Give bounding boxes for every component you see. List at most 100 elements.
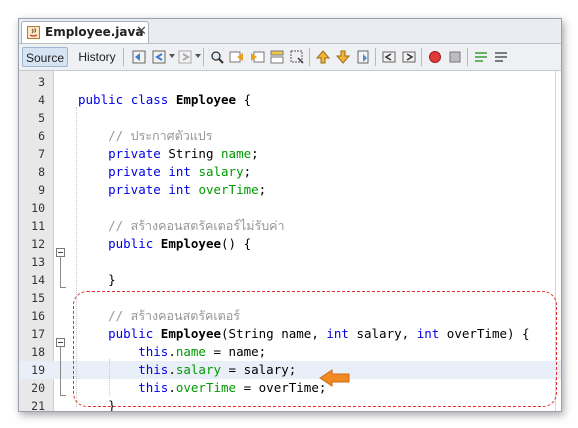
close-tab-icon[interactable]: ✕ [136,24,147,40]
fold-guide [60,256,61,287]
code-line[interactable]: 9 private int overTime; [19,181,561,199]
code-text: } [78,397,116,412]
code-token: String [160,146,222,161]
java-file-icon [27,26,40,39]
code-token: salary [198,164,244,179]
find-icon[interactable] [209,49,225,65]
uncomment-icon[interactable] [493,49,509,65]
code-token: overTime [198,182,259,197]
code-token: Employee [175,92,237,107]
toolbar-separator [375,48,376,66]
toggle-selection-icon[interactable] [289,49,305,65]
tab-title: Employee.java [45,25,144,39]
code-token: } [78,272,116,287]
code-token: this [138,344,169,359]
code-comment: // ประกาศตัวแปร [108,128,213,143]
code-token: . [168,380,176,395]
source-tab-button[interactable]: Source [22,47,68,67]
code-line[interactable]: 13 [19,253,561,271]
code-token: } [78,398,116,412]
toolbar-separator [467,48,468,66]
shift-right-icon[interactable] [401,49,417,65]
next-bookmark-icon[interactable] [335,49,351,65]
code-line[interactable]: 21 } [19,397,561,412]
code-line[interactable]: 8 private int salary; [19,163,561,181]
code-line[interactable]: 3 [19,73,561,91]
line-number: 6 [38,129,45,143]
code-text: public class Employee { [78,91,251,109]
toolbar-separator [123,48,124,66]
code-token: name [221,146,252,161]
find-next-icon[interactable] [249,49,265,65]
history-tab-button[interactable]: History [75,47,119,67]
code-token: private [108,164,161,179]
back-icon[interactable] [151,49,167,65]
code-line[interactable]: 4 public class Employee { [19,91,561,109]
code-line[interactable]: 18 this.name = name; [19,343,561,361]
last-edit-icon[interactable] [131,49,147,65]
line-number: 12 [31,237,45,251]
line-number: 11 [31,219,45,233]
code-editor[interactable]: 3 4 public class Employee {5 6 // ประกาศตัว… [19,71,561,411]
code-token: . [168,344,176,359]
code-line[interactable]: 16 // สร้างคอนสตรัคเตอร์ [19,307,561,325]
code-line[interactable]: 20 this.overTime = overTime; [19,379,561,397]
code-token: name [175,344,206,359]
line-number: 16 [31,309,45,323]
tab-employee-java[interactable]: Employee.java ✕ [21,21,149,43]
back-dropdown-icon[interactable] [169,54,175,58]
line-number: 7 [38,147,45,161]
code-token: int [326,326,349,341]
toggle-bookmark-icon[interactable] [355,49,371,65]
code-text: this.salary = salary; [78,361,296,379]
forward-dropdown-icon[interactable] [195,54,201,58]
line-number: 15 [31,291,45,305]
fold-guide-end [60,395,66,396]
shift-left-icon[interactable] [381,49,397,65]
code-text: this.name = name; [78,343,266,361]
code-line[interactable]: 17 public Employee(String name, int sala… [19,325,561,343]
forward-icon[interactable] [177,49,193,65]
code-line[interactable]: 19 this.salary = salary; [19,361,561,379]
annotation-arrow-icon [319,369,350,387]
code-token: salary [175,362,222,377]
code-token: private [108,182,161,197]
code-line[interactable]: 14 } [19,271,561,289]
code-line[interactable]: 7 private String name; [19,145,561,163]
code-text: // ประกาศตัวแปร [78,127,212,145]
code-line[interactable]: 10 [19,199,561,217]
toolbar-separator [421,48,422,66]
previous-bookmark-icon[interactable] [315,49,331,65]
code-token: this [138,380,169,395]
code-token: class [130,92,169,107]
code-token: () { [221,236,252,251]
record-macro-icon[interactable] [427,49,443,65]
code-line[interactable]: 11 // สร้างคอนสตรัคเตอร์ไม่รับค่า [19,217,561,235]
indent-guide [109,359,110,395]
code-token: public [108,236,154,251]
find-previous-icon[interactable] [229,49,245,65]
toolbar-separator [203,48,204,66]
code-line[interactable]: 15 [19,289,561,307]
code-token: overTime [175,380,237,395]
code-line[interactable]: 12 public Employee() { [19,235,561,253]
code-token: this [138,362,169,377]
code-token: int [416,326,440,341]
comment-icon[interactable] [473,49,489,65]
code-line[interactable]: 6 // ประกาศตัวแปร [19,127,561,145]
code-token: Employee [160,326,222,341]
indent-guide [76,107,77,407]
code-line[interactable]: 5 [19,109,561,127]
code-token: = name; [205,344,267,359]
toggle-highlight-icon[interactable] [269,49,285,65]
code-text: public Employee() { [78,235,251,253]
stop-macro-icon[interactable] [447,49,463,65]
